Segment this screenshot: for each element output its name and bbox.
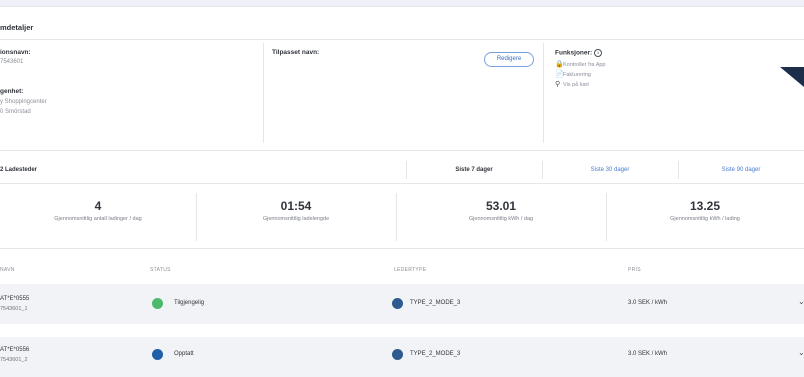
- status-occupied-icon: [152, 349, 163, 360]
- table-row[interactable]: AT*E*0555 7543601_1 Tilgjengelig TYPE_2_…: [0, 284, 804, 324]
- tab-90-days[interactable]: Siste 90 dager: [678, 157, 804, 183]
- stat-value: 53.01: [485, 199, 517, 213]
- stat-caption: Gjennomsnittlig antall ladinger / dag: [54, 216, 142, 222]
- status-available-icon: [152, 298, 163, 309]
- stats-row: 4 Gjennomsnittlig antall ladinger / dag …: [0, 193, 804, 241]
- stat-avg-charges: 4 Gjennomsnittlig antall ladinger / dag: [0, 193, 196, 241]
- info-icon[interactable]: i: [594, 49, 603, 57]
- row-sub-id: 7543601_2: [0, 357, 28, 363]
- row-name: AT*E*0555: [0, 296, 30, 302]
- station-name-label: ionsnavn:: [0, 49, 31, 56]
- stat-value: 13.25: [689, 199, 721, 213]
- row-price: 3.0 SEK / kWh: [628, 300, 668, 306]
- corner-marker: [780, 67, 804, 87]
- unit-label: genhet:: [0, 88, 24, 95]
- column-divider: [263, 43, 264, 143]
- row-price: 3.0 SEK / kWh: [628, 351, 668, 357]
- stat-value: 4: [94, 199, 102, 213]
- edit-button[interactable]: Redigere: [484, 52, 534, 67]
- row-name: AT*E*0556: [0, 347, 30, 353]
- connector-plug-icon: [392, 298, 403, 309]
- period-tabs: 2 Ladesteder Siste 7 dager Siste 30 dage…: [0, 157, 804, 183]
- function-item: 🔒Kontroller fra App: [555, 60, 606, 68]
- stat-caption: Gjennomsnittlig kWh / lading: [670, 216, 740, 222]
- row-connector: TYPE_2_MODE_3: [410, 351, 461, 357]
- column-divider: [543, 43, 544, 143]
- col-header-connector[interactable]: LEDERTYPE: [394, 267, 426, 273]
- custom-name-label: Tilpasset navn:: [272, 49, 320, 56]
- col-header-name[interactable]: NAVN: [0, 267, 15, 273]
- stat-avg-kwh-charge: 13.25 Gjennomsnittlig kWh / lading: [606, 193, 804, 241]
- divider: [0, 39, 804, 40]
- unit-line-2: 0 Smörstad: [0, 109, 31, 115]
- stat-value: 01:54: [280, 199, 312, 213]
- charge-points-count: 2 Ladesteder: [0, 167, 38, 173]
- section-title: mdetaljer: [0, 23, 34, 32]
- row-connector: TYPE_2_MODE_3: [410, 300, 461, 306]
- document-icon: 📄: [555, 71, 564, 78]
- divider: [0, 248, 804, 249]
- connector-plug-icon: [392, 349, 403, 360]
- functions-label-text: Funksjoner:: [555, 49, 593, 57]
- function-item[interactable]: 📄Fakturering: [555, 70, 591, 78]
- tab-7-days[interactable]: Siste 7 dager: [406, 157, 542, 183]
- function-text: Fakturering: [563, 72, 591, 78]
- tab-30-days[interactable]: Siste 30 dager: [542, 157, 678, 183]
- chevron-down-icon[interactable]: ⌄: [798, 297, 804, 306]
- station-name-value: 7543601: [0, 59, 24, 65]
- stat-avg-kwh-day: 53.01 Gjennomsnittlig kWh / dag: [396, 193, 606, 241]
- unit-line-1: y Shoppingcenter: [0, 99, 47, 105]
- stat-caption: Gjennomsnittlig kWh / dag: [468, 216, 534, 222]
- chevron-down-icon[interactable]: ⌄: [798, 348, 804, 357]
- stat-caption: Gjennomsnittlig ladelengde: [262, 216, 330, 222]
- row-status: Opptatt: [174, 351, 194, 357]
- col-header-price[interactable]: PRIS: [628, 267, 641, 273]
- function-text: Kontroller fra App: [563, 62, 606, 68]
- stat-avg-length: 01:54 Gjennomsnittlig ladelengde: [196, 193, 396, 241]
- divider: [0, 183, 804, 184]
- function-item[interactable]: ⚲ Vis på kart: [555, 80, 589, 88]
- table-row[interactable]: AT*E*0556 7543601_2 Opptatt TYPE_2_MODE_…: [0, 337, 804, 377]
- col-header-status[interactable]: STATUS: [150, 267, 171, 273]
- row-status: Tilgjengelig: [174, 300, 205, 306]
- divider: [0, 150, 804, 151]
- location-pin-icon: ⚲: [555, 81, 561, 88]
- station-details-panel: mdetaljer ionsnavn: 7543601 genhet: y Sh…: [0, 6, 804, 377]
- functions-label: Funksjoner: i: [555, 49, 603, 57]
- lock-icon: 🔒: [555, 61, 564, 68]
- function-text: Vis på kart: [563, 82, 589, 88]
- row-sub-id: 7543601_1: [0, 306, 28, 312]
